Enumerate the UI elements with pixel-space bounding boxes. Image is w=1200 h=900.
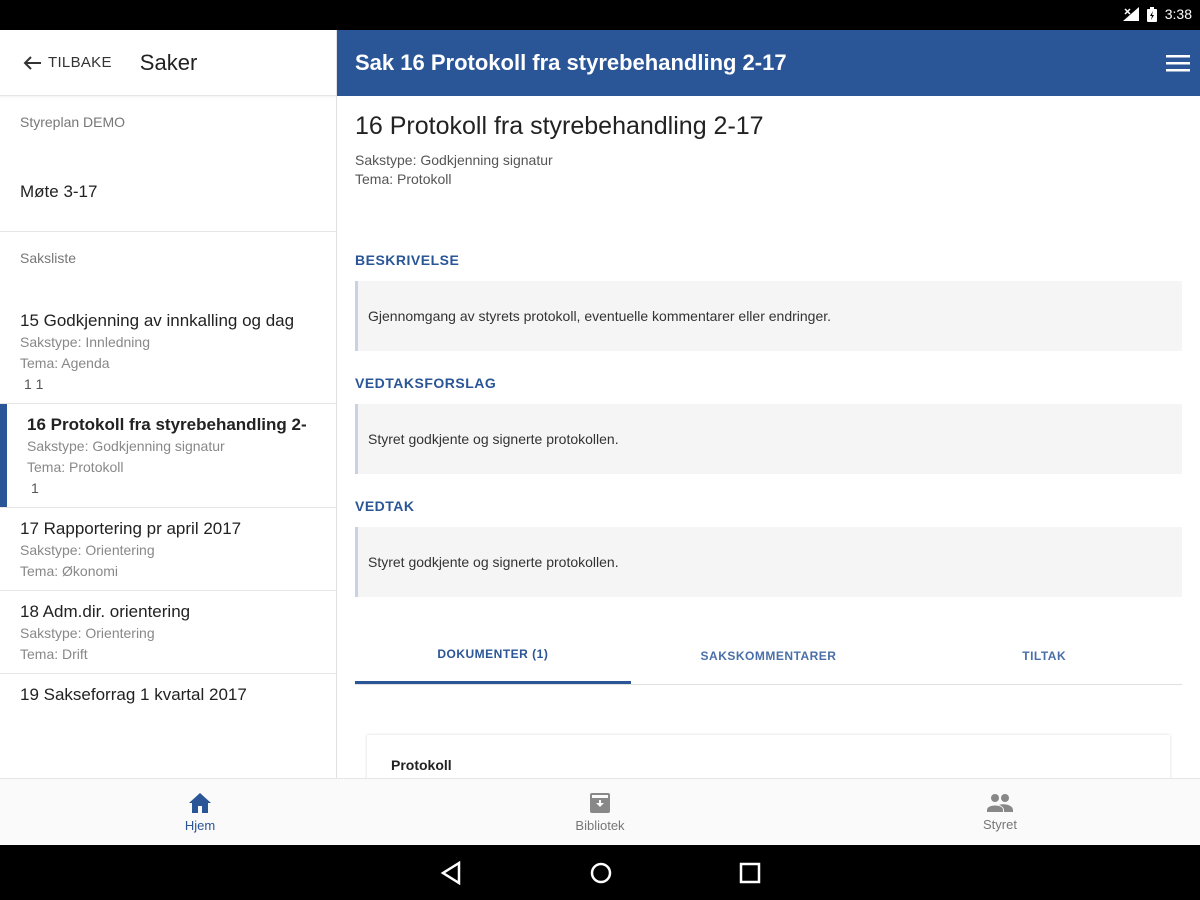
- case-title: 18 Adm.dir. orientering: [20, 602, 191, 621]
- hamburger-menu-icon[interactable]: [1166, 54, 1190, 72]
- detail-content: 16 Protokoll fra styrebehandling 2-17 Sa…: [337, 96, 1200, 778]
- case-list-item-selected[interactable]: 16 Protokoll fra styrebehandling 2- Saks…: [0, 404, 336, 508]
- nav-home-label: Hjem: [184, 817, 216, 833]
- left-header: TILBAKE Saker: [0, 30, 336, 96]
- recents-square-icon[interactable]: [739, 862, 761, 884]
- signal-icon: [1122, 7, 1139, 21]
- case-heading: 16 Protokoll fra styrebehandling 2-17: [355, 112, 764, 140]
- case-list-item[interactable]: 19 Sakseforrag 1 kvartal 2017: [0, 674, 336, 714]
- case-theme: Tema: Protokoll: [27, 459, 124, 475]
- bottom-navigation: Hjem Bibliotek Styret: [0, 778, 1200, 845]
- archive-icon: [590, 792, 610, 813]
- section-title-proposal: VEDTAKSFORSLAG: [355, 375, 497, 391]
- case-type: Sakstype: Orientering: [20, 542, 155, 558]
- nav-library-label: Bibliotek: [575, 817, 625, 833]
- case-theme: Tema: Agenda: [20, 355, 110, 371]
- case-type: Sakstype: Orientering: [20, 625, 155, 641]
- case-theme: Tema: Drift: [20, 646, 88, 662]
- decision-box: Styret godkjente og signerte protokollen…: [355, 527, 1182, 597]
- case-title: 17 Rapportering pr april 2017: [20, 519, 242, 538]
- case-theme: Tema: Økonomi: [20, 563, 119, 579]
- case-list-label: Saksliste: [20, 250, 77, 266]
- case-type: Sakstype: Godkjenning signatur: [27, 438, 225, 454]
- tab-actions[interactable]: TILTAK: [906, 627, 1182, 684]
- section-title-description: BESKRIVELSE: [355, 252, 460, 268]
- case-title: 15 Godkjenning av innkalling og dag: [20, 311, 295, 330]
- selected-indicator: [0, 404, 7, 507]
- detail-tabs: DOKUMENTER (1) SAKSKOMMENTARER TILTAK: [355, 627, 1182, 685]
- document-card[interactable]: Protokoll: [367, 735, 1170, 778]
- case-theme: Tema: Protokoll: [355, 171, 452, 187]
- case-title: 16 Protokoll fra styrebehandling 2-: [27, 415, 307, 434]
- detail-header: Sak 16 Protokoll fra styrebehandling 2-1…: [337, 30, 1200, 96]
- case-counts: 1: [31, 480, 39, 496]
- home-circle-icon[interactable]: [589, 861, 613, 885]
- detail-header-title: Sak 16 Protokoll fra styrebehandling 2-1…: [355, 50, 787, 75]
- arrow-left-icon: [23, 55, 41, 70]
- nav-board-label: Styret: [983, 816, 1017, 832]
- clock: 3:38: [1164, 6, 1192, 22]
- case-type: Sakstype: Innledning: [20, 334, 150, 350]
- nav-library[interactable]: Bibliotek: [400, 779, 800, 845]
- battery-icon: [1146, 6, 1157, 22]
- description-box: Gjennomgang av styrets protokoll, eventu…: [355, 281, 1182, 351]
- board-name: Styreplan DEMO: [20, 114, 126, 130]
- android-navigation-bar: [0, 845, 1200, 900]
- back-button[interactable]: TILBAKE: [22, 54, 112, 71]
- status-bar: 3:38: [0, 0, 1200, 30]
- meeting-name[interactable]: Møte 3-17: [0, 152, 336, 232]
- case-list-item[interactable]: 15 Godkjenning av innkalling og dag Saks…: [0, 300, 336, 404]
- people-icon: [987, 793, 1013, 812]
- tab-comments[interactable]: SAKSKOMMENTARER: [631, 627, 907, 684]
- case-list-item[interactable]: 17 Rapportering pr april 2017 Sakstype: …: [0, 508, 336, 591]
- case-counts: 1 1: [24, 376, 44, 392]
- case-title: 19 Sakseforrag 1 kvartal 2017: [20, 685, 247, 704]
- case-list-item[interactable]: 18 Adm.dir. orientering Sakstype: Orient…: [0, 591, 336, 674]
- panel-title: Saker: [139, 49, 198, 75]
- nav-home[interactable]: Hjem: [0, 779, 400, 845]
- case-meta: Sakstype: Godkjenning signatur Tema: Pro…: [355, 151, 1182, 189]
- back-label: TILBAKE: [48, 54, 112, 71]
- section-title-decision: VEDTAK: [355, 498, 415, 514]
- home-icon: [189, 792, 211, 813]
- tab-documents[interactable]: DOKUMENTER (1): [355, 627, 631, 684]
- app: TILBAKE Saker Styreplan DEMO Møte 3-17 S…: [0, 30, 1200, 845]
- proposal-box: Styret godkjente og signerte protokollen…: [355, 404, 1182, 474]
- case-type: Sakstype: Godkjenning signatur: [355, 152, 553, 168]
- nav-board[interactable]: Styret: [800, 779, 1200, 845]
- back-triangle-icon[interactable]: [440, 861, 462, 885]
- case-detail-panel: Sak 16 Protokoll fra styrebehandling 2-1…: [337, 30, 1200, 778]
- case-list-panel: TILBAKE Saker Styreplan DEMO Møte 3-17 S…: [0, 30, 337, 778]
